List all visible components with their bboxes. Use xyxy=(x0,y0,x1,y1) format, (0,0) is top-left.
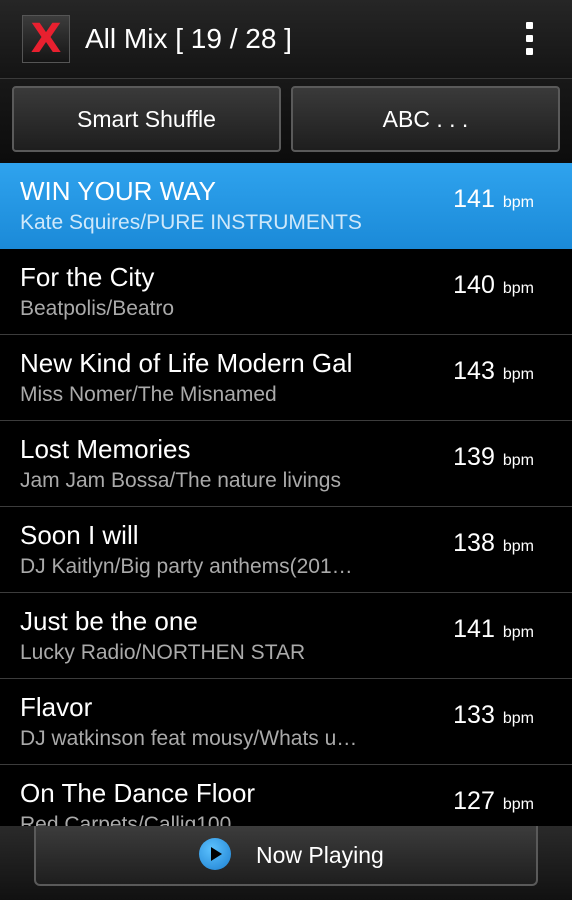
now-playing-button[interactable]: Now Playing xyxy=(34,826,538,886)
bpm-value: 133 xyxy=(453,701,495,729)
bpm-value: 138 xyxy=(453,529,495,557)
bpm-unit: bpm xyxy=(502,194,534,211)
track-title: New Kind of Life Modern Gal xyxy=(20,348,353,378)
bpm-unit: bpm xyxy=(502,366,534,383)
bpm-value: 139 xyxy=(453,443,495,471)
bpm-value: 140 xyxy=(453,271,495,299)
overflow-menu-icon[interactable] xyxy=(515,20,545,58)
bpm-value: 141 xyxy=(453,615,495,643)
track-bpm: 141 bpm xyxy=(453,615,534,644)
track-row[interactable]: New Kind of Life Modern Gal Miss Nomer/T… xyxy=(0,335,572,421)
action-bar: X All Mix [ 19 / 28 ] xyxy=(0,0,572,79)
track-artist: Kate Squires/PURE INSTRUMENTS xyxy=(20,211,362,234)
track-title: WIN YOUR WAY xyxy=(20,176,216,206)
track-row[interactable]: Flavor DJ watkinson feat mousy/Whats u… … xyxy=(0,679,572,765)
track-bpm: 138 bpm xyxy=(453,529,534,558)
track-title: Lost Memories xyxy=(20,434,191,464)
track-title: For the City xyxy=(20,262,155,292)
bpm-unit: bpm xyxy=(502,710,534,727)
track-list[interactable]: WIN YOUR WAY Kate Squires/PURE INSTRUMEN… xyxy=(0,163,572,826)
track-row[interactable]: Soon I will DJ Kaitlyn/Big party anthems… xyxy=(0,507,572,593)
smart-shuffle-button[interactable]: Smart Shuffle xyxy=(12,86,281,152)
track-artist: Jam Jam Bossa/The nature livings xyxy=(20,469,341,492)
track-bpm: 127 bpm xyxy=(453,787,534,816)
bpm-unit: bpm xyxy=(502,280,534,297)
abc-sort-button[interactable]: ABC . . . xyxy=(291,86,560,152)
track-bpm: 141 bpm xyxy=(453,185,534,214)
track-artist: Red Carpets/Callig100 xyxy=(20,813,232,826)
bpm-unit: bpm xyxy=(502,624,534,641)
track-bpm: 139 bpm xyxy=(453,443,534,472)
bpm-value: 127 xyxy=(453,787,495,815)
bpm-unit: bpm xyxy=(502,538,534,555)
track-artist: Lucky Radio/NORTHEN STAR xyxy=(20,641,306,664)
bpm-unit: bpm xyxy=(502,796,534,813)
track-row[interactable]: Just be the one Lucky Radio/NORTHEN STAR… xyxy=(0,593,572,679)
bpm-unit: bpm xyxy=(502,452,534,469)
track-artist: DJ Kaitlyn/Big party anthems(201… xyxy=(20,555,353,578)
sort-button-bar: Smart Shuffle ABC . . . xyxy=(0,79,572,163)
track-row[interactable]: For the City Beatpolis/Beatro 140 bpm xyxy=(0,249,572,335)
track-row[interactable]: Lost Memories Jam Jam Bossa/The nature l… xyxy=(0,421,572,507)
track-artist: Beatpolis/Beatro xyxy=(20,297,175,320)
play-icon xyxy=(199,838,231,870)
track-title: Soon I will xyxy=(20,520,139,550)
now-playing-label: Now Playing xyxy=(256,842,384,868)
track-bpm: 133 bpm xyxy=(453,701,534,730)
track-row[interactable]: On The Dance Floor Red Carpets/Callig100… xyxy=(0,765,572,826)
track-bpm: 143 bpm xyxy=(453,357,534,386)
playlist-title: All Mix [ 19 / 28 ] xyxy=(85,23,292,54)
track-title: Flavor xyxy=(20,692,93,722)
bpm-value: 143 xyxy=(453,357,495,385)
bottom-bar: Now Playing xyxy=(0,826,572,900)
track-title: On The Dance Floor xyxy=(20,778,256,808)
track-artist: DJ watkinson feat mousy/Whats u… xyxy=(20,727,358,750)
bpm-value: 141 xyxy=(453,185,495,213)
track-bpm: 140 bpm xyxy=(453,271,534,300)
track-title: Just be the one xyxy=(20,606,198,636)
track-row[interactable]: WIN YOUR WAY Kate Squires/PURE INSTRUMEN… xyxy=(0,163,572,249)
track-artist: Miss Nomer/The Misnamed xyxy=(20,383,277,406)
app-logo[interactable]: X xyxy=(22,15,70,63)
logo-letter: X xyxy=(30,16,62,62)
